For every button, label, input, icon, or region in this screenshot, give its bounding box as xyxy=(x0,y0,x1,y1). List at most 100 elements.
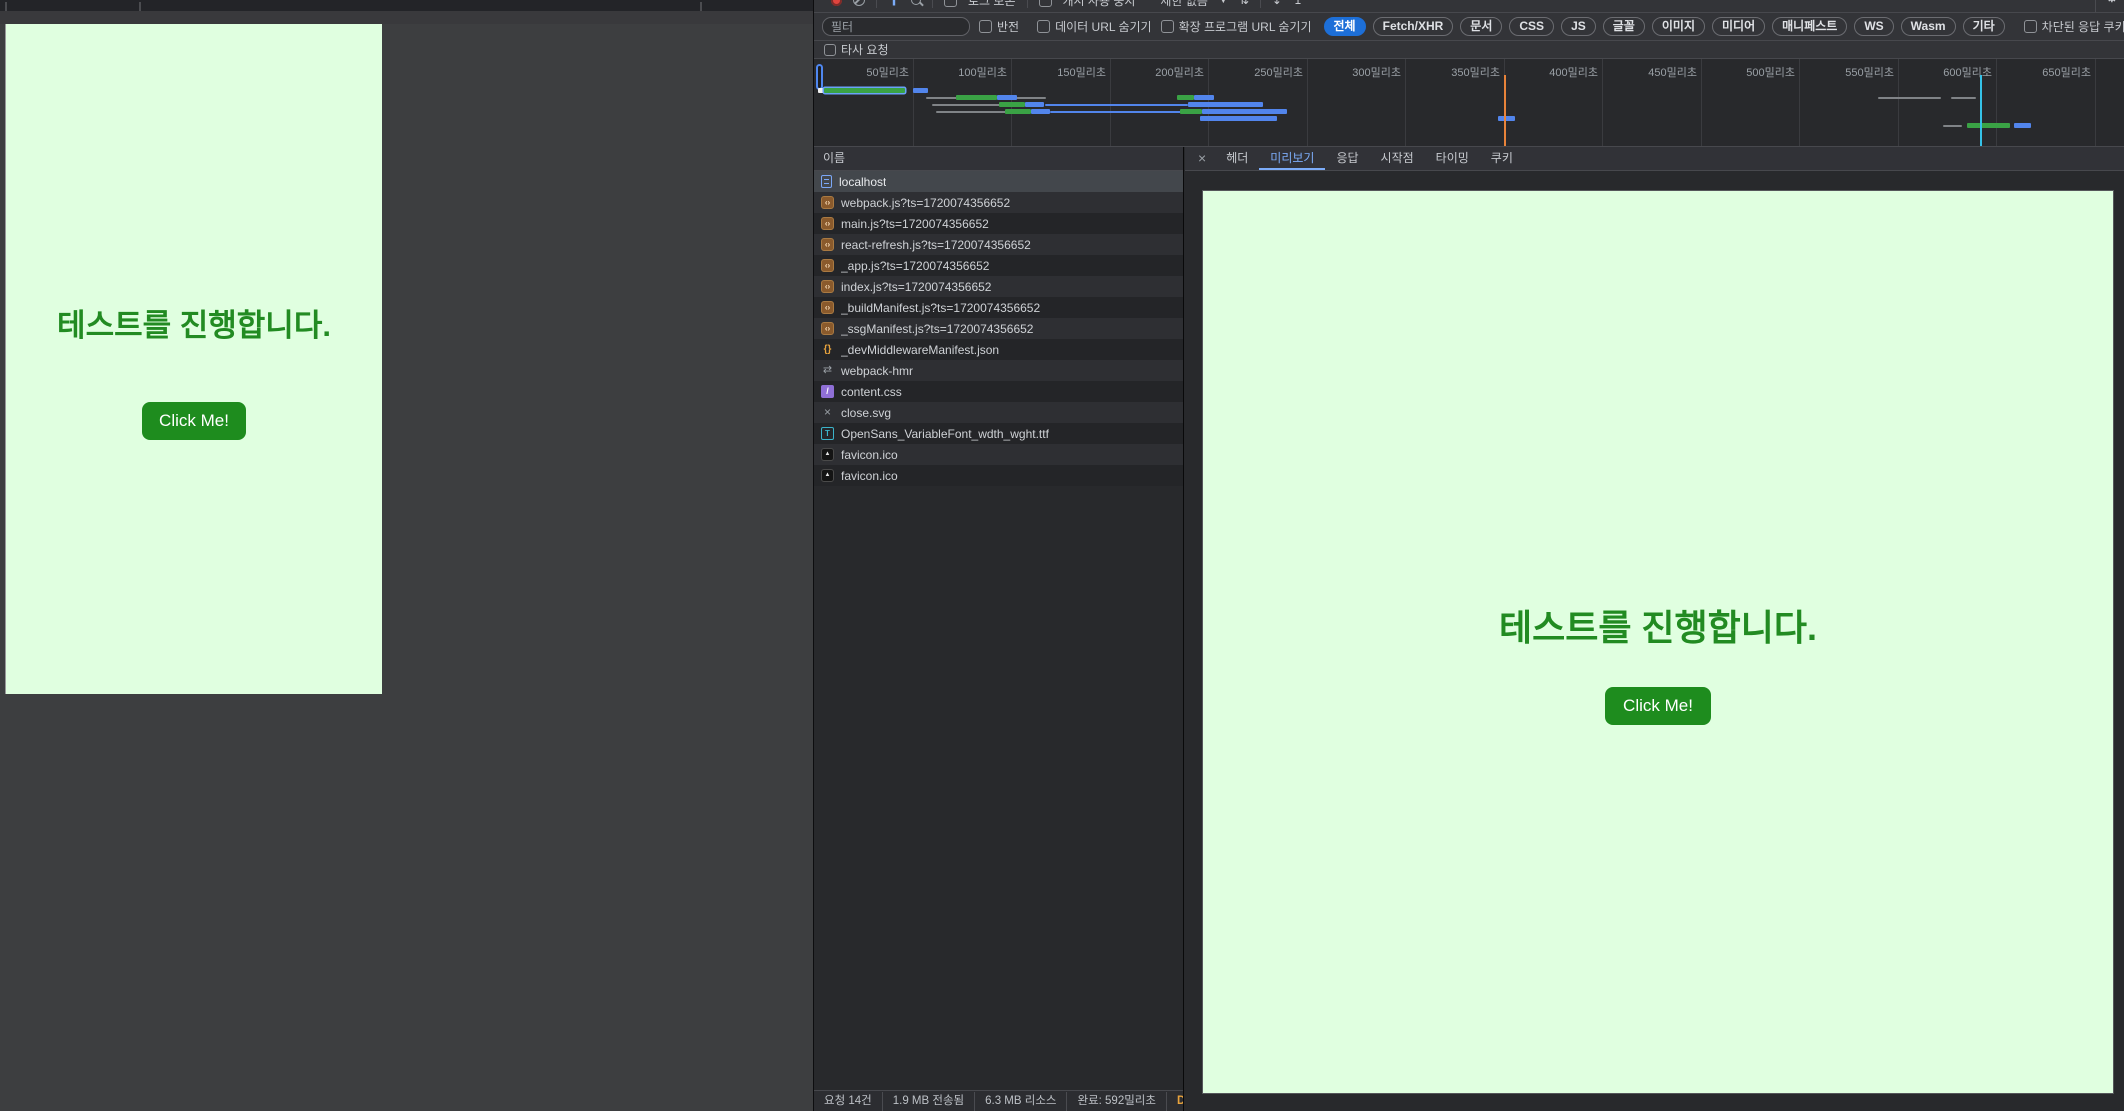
timeline-tick-label: 650밀리초 xyxy=(2015,64,2091,80)
filter-chip-기타[interactable]: 기타 xyxy=(1963,17,2005,36)
disable-cache-checkbox[interactable] xyxy=(1039,0,1052,7)
filter-chip-매니페스트[interactable]: 매니페스트 xyxy=(1772,17,1847,36)
timeline-selection-handle[interactable] xyxy=(816,64,823,90)
blocked-cookies-checkbox[interactable] xyxy=(2024,20,2037,33)
websocket-icon: ⇄ xyxy=(821,364,834,377)
script-icon: ‹› xyxy=(821,196,834,209)
request-row[interactable]: localhost xyxy=(814,171,1183,192)
name-column-header[interactable]: 이름 xyxy=(814,147,1183,171)
waterfall-bar xyxy=(1031,109,1051,114)
request-row[interactable]: ‹›_app.js?ts=1720074356652 xyxy=(814,255,1183,276)
request-row[interactable]: ‹›_ssgManifest.js?ts=1720074356652 xyxy=(814,318,1183,339)
waterfall-bar xyxy=(1050,111,1184,113)
filter-chip-WS[interactable]: WS xyxy=(1854,17,1893,36)
request-row[interactable]: ▲ favicon.ico xyxy=(814,444,1183,465)
request-row[interactable]: ‹›main.js?ts=1720074356652 xyxy=(814,213,1183,234)
filter-chip-전체[interactable]: 전체 xyxy=(1324,17,1366,36)
devtools-network-toolbar: 로그 보존 캐시 사용 중지 제한 없음 ▼ ⇅ ↧ ↥ ⚙ xyxy=(814,0,2124,13)
export-har-icon[interactable]: ↥ xyxy=(1293,0,1303,7)
hide-data-urls-label: 데이터 URL 숨기기 xyxy=(1055,18,1151,35)
hide-extension-urls-checkbox[interactable] xyxy=(1161,20,1174,33)
waterfall-bar xyxy=(1498,116,1516,121)
tab-쿠키[interactable]: 쿠키 xyxy=(1480,147,1524,170)
network-filter-bar: 반전 데이터 URL 숨기기 확장 프로그램 URL 숨기기 전체 Fetch/X… xyxy=(814,13,2124,41)
tab-헤더[interactable]: 헤더 xyxy=(1215,147,1259,170)
request-detail-pane: × 헤더미리보기응답시작점타이밍쿠키 테스트를 진행합니다. Click Me! xyxy=(1185,147,2124,1111)
import-har-icon[interactable]: ↧ xyxy=(1272,0,1282,7)
image-icon: ▲ xyxy=(821,469,834,482)
preview-rendered-page: 테스트를 진행합니다. Click Me! xyxy=(1202,190,2114,1094)
filter-chip-Fetch/XHR[interactable]: Fetch/XHR xyxy=(1373,17,1454,36)
hide-extension-urls-label: 확장 프로그램 URL 숨기기 xyxy=(1179,18,1312,35)
timeline-gridline xyxy=(1701,59,1702,146)
filter-chip-JS[interactable]: JS xyxy=(1561,17,1596,36)
timeline-tick-label: 150밀리초 xyxy=(1030,64,1106,80)
search-icon[interactable] xyxy=(911,0,921,5)
request-name: _buildManifest.js?ts=1720074356652 xyxy=(841,301,1040,315)
timeline-gridline xyxy=(2095,59,2096,146)
timeline-tick-label: 400밀리초 xyxy=(1522,64,1598,80)
network-overview-timeline: 50밀리초100밀리초150밀리초200밀리초250밀리초300밀리초350밀리… xyxy=(814,59,2124,147)
tab-시작점[interactable]: 시작점 xyxy=(1370,147,1425,170)
waterfall-bar xyxy=(1177,95,1195,100)
request-name: content.css xyxy=(841,385,902,399)
filter-chip-이미지[interactable]: 이미지 xyxy=(1652,17,1705,36)
tab-strip-divider xyxy=(139,2,141,11)
request-row[interactable]: ▲favicon.ico xyxy=(814,465,1183,486)
invert-label: 반전 xyxy=(997,18,1019,35)
request-row[interactable]: ‹›index.js?ts=1720074356652 xyxy=(814,276,1183,297)
tab-미리보기[interactable]: 미리보기 xyxy=(1259,147,1325,170)
request-name: close.svg xyxy=(841,406,891,420)
timeline-tick-label: 350밀리초 xyxy=(1424,64,1500,80)
clear-icon[interactable] xyxy=(853,0,865,6)
tab-타이밍[interactable]: 타이밍 xyxy=(1425,147,1480,170)
request-row[interactable]: ⇄webpack-hmr xyxy=(814,360,1183,381)
hide-data-urls-checkbox[interactable] xyxy=(1037,20,1050,33)
filter-input[interactable] xyxy=(822,17,970,36)
devtools-panel: 로그 보존 캐시 사용 중지 제한 없음 ▼ ⇅ ↧ ↥ ⚙ 반전 데이터 UR… xyxy=(813,0,2124,1111)
status-item: 1.9 MB 전송됨 xyxy=(883,1092,975,1111)
filter-chip-미디어[interactable]: 미디어 xyxy=(1712,17,1765,36)
preview-click-me-button[interactable]: Click Me! xyxy=(1605,687,1711,725)
request-row[interactable]: TOpenSans_VariableFont_wdth_wght.ttf xyxy=(814,423,1183,444)
request-row[interactable]: ‹› react-refresh.js?ts=1720074356652 xyxy=(814,234,1183,255)
throttling-select[interactable]: 제한 없음 xyxy=(1160,0,1208,9)
network-conditions-icon[interactable]: ⇅ xyxy=(1239,0,1249,7)
script-icon: ‹› xyxy=(821,238,834,251)
timeline-gridline xyxy=(1799,59,1800,146)
toolbar-divider xyxy=(932,0,933,8)
settings-gear-icon[interactable]: ⚙ xyxy=(2105,0,2118,6)
toolbar-divider xyxy=(876,0,877,8)
click-me-button[interactable]: Click Me! xyxy=(142,402,246,440)
filter-chip-글꼴[interactable]: 글꼴 xyxy=(1603,17,1645,36)
request-row[interactable]: ‹›webpack.js?ts=1720074356652 xyxy=(814,192,1183,213)
preserve-log-checkbox[interactable] xyxy=(944,0,957,7)
filter-chip-Wasm[interactable]: Wasm xyxy=(1901,17,1956,36)
request-name: index.js?ts=1720074356652 xyxy=(841,280,991,294)
request-name: main.js?ts=1720074356652 xyxy=(841,217,989,231)
filter-chip-문서[interactable]: 문서 xyxy=(1460,17,1502,36)
image-icon: ▲ xyxy=(821,448,834,461)
waterfall-bar xyxy=(1194,95,1214,100)
filter-icon[interactable] xyxy=(888,0,900,6)
request-name: react-refresh.js?ts=1720074356652 xyxy=(841,238,1031,252)
toolbar-divider xyxy=(1260,0,1261,8)
invert-checkbox[interactable] xyxy=(979,20,992,33)
request-name: favicon.ico xyxy=(841,448,898,462)
third-party-checkbox[interactable] xyxy=(824,44,836,56)
third-party-label: 타사 요청 xyxy=(841,41,889,58)
tab-응답[interactable]: 응답 xyxy=(1325,147,1369,170)
status-item: 요청 14건 xyxy=(814,1092,883,1111)
request-row[interactable]: /content.css xyxy=(814,381,1183,402)
request-row[interactable]: ‹›_buildManifest.js?ts=1720074356652 xyxy=(814,297,1183,318)
timeline-tick-label: 200밀리초 xyxy=(1128,64,1204,80)
request-list-pane: 이름 localhost‹›webpack.js?ts=172007435665… xyxy=(814,147,1184,1111)
filter-chip-CSS[interactable]: CSS xyxy=(1509,17,1554,36)
request-name: OpenSans_VariableFont_wdth_wght.ttf xyxy=(841,427,1049,441)
request-row[interactable]: {}_devMiddlewareManifest.json xyxy=(814,339,1183,360)
close-icon[interactable]: × xyxy=(1189,147,1215,170)
record-icon[interactable] xyxy=(831,0,842,6)
request-row[interactable]: ×close.svg xyxy=(814,402,1183,423)
network-status-bar: 요청 14건1.9 MB 전송됨6.3 MB 리소스완료: 592밀리초D xyxy=(814,1090,1184,1111)
timeline-gridline xyxy=(1405,59,1406,146)
